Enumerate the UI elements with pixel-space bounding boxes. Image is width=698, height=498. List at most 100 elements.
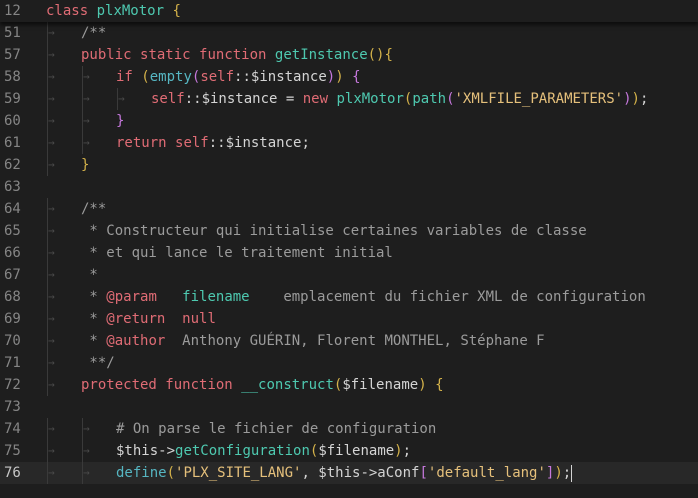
tab-arrow-icon: →: [48, 158, 55, 171]
tab-arrow-icon: →: [83, 466, 90, 479]
tab-arrow-icon: →: [83, 114, 90, 127]
code-line-row[interactable]: 58 → → if (empty(self::$instance)) {: [0, 66, 698, 88]
tab-arrow-icon: →: [48, 246, 55, 259]
code-line-row[interactable]: 57 → public static function getInstance(){: [0, 44, 698, 66]
code-token: **/: [81, 355, 115, 371]
code-token: 'default_lang': [427, 465, 546, 481]
tab-arrow-icon: →: [48, 114, 55, 127]
code-token: path: [412, 91, 447, 107]
code-text[interactable]: protected function __construct($filename…: [81, 374, 444, 396]
code-token: (: [446, 91, 455, 107]
code-text[interactable]: * Constructeur qui initialise certaines …: [81, 220, 587, 242]
code-token: }: [116, 113, 125, 129]
code-token: @return: [106, 311, 166, 327]
code-text[interactable]: self::$instance = new plxMotor(path('XML…: [151, 88, 648, 110]
code-line-row[interactable]: 72 → protected function __construct($filen…: [0, 374, 698, 396]
tab-arrow-icon: →: [48, 92, 55, 105]
tab-arrow-icon: →: [48, 290, 55, 303]
code-token: ): [335, 69, 344, 85]
code-token: ): [394, 443, 403, 459]
code-line-row[interactable]: 62 →}: [0, 154, 698, 176]
code-token: 'PLX_SITE_LANG': [175, 465, 302, 481]
code-text[interactable]: }: [116, 110, 124, 132]
tab-arrow-icon: →: [48, 356, 55, 369]
code-editor[interactable]: 12 class plxMotor { 51 →/** 57 → public stat…: [0, 0, 698, 498]
code-token: ): [418, 377, 427, 393]
code-line-row[interactable]: 71 → **/: [0, 352, 698, 374]
line-number: 70: [4, 333, 21, 349]
tab-arrow-icon: →: [83, 136, 90, 149]
code-token: null: [182, 311, 216, 327]
code-text[interactable]: /**: [81, 22, 106, 44]
code-token: getConfiguration: [175, 443, 310, 459]
code-line-row[interactable]: 73: [0, 396, 698, 418]
code-text[interactable]: if (empty(self::$instance)) {: [116, 66, 361, 88]
code-token: ): [623, 91, 632, 107]
code-line-row[interactable]: 59 → → → self::$instance = new plxMotor (path…: [0, 88, 698, 110]
class-name: plxMotor: [96, 3, 165, 19]
code-text[interactable]: $this->getConfiguration($filename);: [116, 440, 411, 462]
code-text[interactable]: * @return null: [81, 308, 216, 330]
code-token: *: [81, 289, 107, 305]
line-number: 65: [4, 223, 21, 239]
code-token: self: [151, 91, 185, 107]
code-token: /**: [81, 25, 107, 41]
code-token: *: [81, 333, 107, 349]
code-line-row[interactable]: 65 → * Constructeur qui initialise certai…: [0, 220, 698, 242]
tab-arrow-icon: →: [48, 268, 55, 281]
code-line-row[interactable]: 51 →/**: [0, 22, 698, 44]
code-token: Anthony GUÉRIN, Florent MONTHEL, Stéphan…: [165, 333, 545, 349]
code-text[interactable]: define('PLX_SITE_LANG', $this->aConf['de…: [116, 462, 573, 484]
code-token: static: [140, 47, 191, 63]
code-token: *: [81, 267, 98, 283]
tab-arrow-icon: →: [48, 378, 55, 391]
code-text[interactable]: * @author Anthony GUÉRIN, Florent MONTHE…: [81, 330, 545, 352]
code-line-row[interactable]: 68 → * @param filename emplacement du fic…: [0, 286, 698, 308]
code-token: public: [81, 47, 132, 63]
code-text[interactable]: **/: [81, 352, 115, 374]
code-token: ::$instance =: [184, 91, 303, 107]
code-text[interactable]: # On parse le fichier de configuration: [116, 418, 436, 440]
code-token: getInstance: [274, 47, 368, 63]
code-token: (: [166, 465, 176, 481]
code-text[interactable]: public static function getInstance(){: [81, 44, 393, 66]
code-token: @param: [106, 289, 157, 305]
line-number: 75: [4, 443, 21, 459]
code-line-row[interactable]: 66 → * et qui lance le traitement initial: [0, 242, 698, 264]
code-line-row[interactable]: 60 → →}: [0, 110, 698, 132]
code-line-row[interactable]: 69 → * @return null: [0, 308, 698, 330]
code-text[interactable]: return self::$instance;: [116, 132, 310, 154]
code-line-row[interactable]: 70 → * @author Anthony GUÉRIN, Florent MO…: [0, 330, 698, 352]
code-token: /**: [81, 201, 107, 217]
code-token: self: [200, 69, 235, 85]
code-text[interactable]: /**: [81, 198, 106, 220]
line-number: 72: [4, 377, 21, 393]
code-token: * et qui lance le traitement initial: [81, 245, 393, 261]
code-line-row[interactable]: 74 → → # On parse le fichier de configurati…: [0, 418, 698, 440]
code-lines[interactable]: 51 →/** 57 → public static function getInsta…: [0, 22, 698, 484]
code-line-row[interactable]: 63: [0, 176, 698, 198]
tab-arrow-icon: →: [118, 92, 125, 105]
line-number: 60: [4, 113, 21, 129]
code-text[interactable]: * @param filename emplacement du fichier…: [81, 286, 645, 308]
tab-arrow-icon: →: [48, 224, 55, 237]
code-text[interactable]: *: [81, 264, 98, 286]
text-cursor: [571, 464, 573, 482]
sticky-scroll-header[interactable]: 12 class plxMotor {: [0, 0, 698, 22]
code-line-row[interactable]: 64 → /**: [0, 198, 698, 220]
code-token: * Constructeur qui initialise certaines …: [81, 223, 587, 239]
code-line-row[interactable]: 61 → → return self::$instance;: [0, 132, 698, 154]
code-text[interactable]: * et qui lance le traitement initial: [81, 242, 393, 264]
code-line[interactable]: class plxMotor {: [46, 0, 181, 22]
code-line-row[interactable]: 75 → → $this->getConfiguration($filename);: [0, 440, 698, 462]
code-token: $filename: [318, 443, 395, 459]
line-number: 61: [4, 135, 21, 151]
code-line-row[interactable]: 76 → → define('PLX_SITE_LANG', $this->aConf…: [0, 462, 698, 484]
code-line-row[interactable]: 67 → *: [0, 264, 698, 286]
code-text[interactable]: }: [81, 154, 89, 176]
line-number: 73: [4, 399, 21, 415]
